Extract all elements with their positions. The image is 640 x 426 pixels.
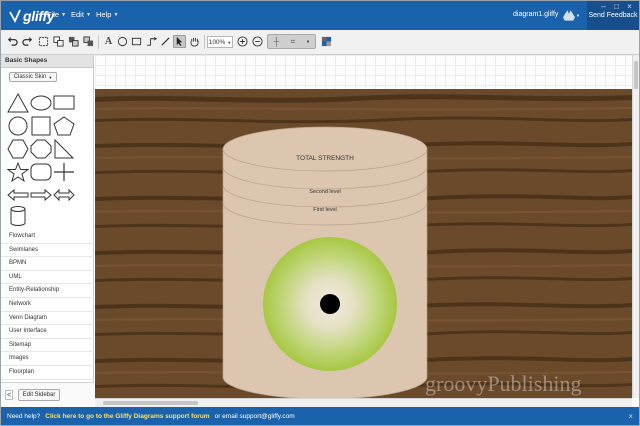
menu-file[interactable]: File ▼ xyxy=(47,10,66,19)
toolbar-separator xyxy=(204,35,205,49)
skin-select[interactable]: Classic Skin ▼ xyxy=(9,72,57,82)
collapse-sidebar-button[interactable]: < xyxy=(5,390,13,400)
sidebar-item-swimlanes[interactable]: Swimlanes xyxy=(1,244,94,258)
support-email-text[interactable]: or email support@gliffy.com xyxy=(215,413,295,420)
skin-label: Classic Skin xyxy=(13,74,47,80)
sidebar-item-entity-relationship[interactable]: Entity-Relationship xyxy=(1,284,94,298)
close-icon[interactable]: × xyxy=(628,412,633,421)
rectangle-shape-icon[interactable] xyxy=(53,93,75,113)
support-forum-link[interactable]: Click here to go to the Gliffy Diagrams … xyxy=(45,413,209,420)
cross-shape-icon[interactable] xyxy=(53,162,75,182)
edit-sidebar-button[interactable]: Edit Sidebar xyxy=(18,389,60,401)
snap-icon[interactable]: ┼ xyxy=(274,37,280,46)
help-prompt: Need help? xyxy=(7,413,41,420)
sidebar-item-floorplan[interactable]: Floorplan xyxy=(1,366,94,380)
shape-palette xyxy=(5,88,91,226)
sidebar-footer: < Edit Sidebar xyxy=(1,382,94,407)
sidebar-item-user-interface[interactable]: User Interface xyxy=(1,325,94,339)
snap-grid-group: ┼ ⌗ ▪ xyxy=(267,34,316,49)
rounded-rectangle-shape-icon[interactable] xyxy=(30,162,52,182)
zoom-select[interactable]: 100% ▼ xyxy=(207,36,233,48)
rectangle-tool-icon[interactable] xyxy=(130,35,143,48)
diagram-canvas[interactable]: TOTAL STRENGTH Second level First level … xyxy=(95,55,632,398)
horizontal-scroll-thumb[interactable] xyxy=(103,401,198,405)
drive-triangle-icon xyxy=(563,9,575,21)
chevron-down-icon: ▼ xyxy=(113,11,119,18)
help-bar: Need help? Click here to go to the Gliff… xyxy=(1,407,639,425)
triangle-shape-icon[interactable] xyxy=(7,92,29,113)
redo-icon[interactable] xyxy=(21,35,34,48)
chevron-down-icon: ▼ xyxy=(576,12,580,18)
zoom-in-icon[interactable] xyxy=(236,35,249,48)
theme-icon[interactable] xyxy=(320,35,333,48)
toolbar: A 100% ▼ ┼ ⌗ ▪ xyxy=(1,30,639,55)
sidebar: Basic Shapes Classic Skin ▼ Flowchart Swi… xyxy=(1,55,94,407)
left-arrow-shape-icon[interactable] xyxy=(7,185,29,205)
sidebar-item-network[interactable]: Network xyxy=(1,298,94,312)
group-icon[interactable] xyxy=(67,35,80,48)
grid-icon[interactable]: ⌗ xyxy=(291,37,296,47)
pentagon-shape-icon[interactable] xyxy=(53,116,75,136)
sidebar-item-uml[interactable]: UML xyxy=(1,271,94,285)
chevron-down-icon: ▼ xyxy=(61,11,67,18)
diagram-title[interactable]: TOTAL STRENGTH xyxy=(223,155,427,162)
copy-icon[interactable] xyxy=(52,35,65,48)
toolbar-separator xyxy=(98,35,99,49)
app-window: gliffy File ▼ Edit ▼ Help ▼ diagram1.gliffy… xyxy=(0,0,640,426)
menu-edit-label: Edit xyxy=(71,10,84,19)
octagon-shape-icon[interactable] xyxy=(30,139,52,159)
ungroup-icon[interactable] xyxy=(82,35,95,48)
cylinder-shape-icon[interactable] xyxy=(7,206,29,226)
chevron-down-icon: ▼ xyxy=(48,74,53,80)
ellipse-shape-icon[interactable] xyxy=(30,93,52,113)
sidebar-item-images[interactable]: Images xyxy=(1,352,94,366)
circle-shape-icon[interactable] xyxy=(7,116,29,136)
square-shape-icon[interactable] xyxy=(30,116,52,136)
sidebar-header[interactable]: Basic Shapes xyxy=(1,55,93,68)
right-triangle-shape-icon[interactable] xyxy=(53,138,75,159)
google-drive-icon[interactable]: ▼ xyxy=(563,8,581,22)
select-all-icon[interactable] xyxy=(37,35,50,48)
vertical-scroll-thumb[interactable] xyxy=(634,61,638,89)
target-center[interactable] xyxy=(320,294,340,314)
hexagon-shape-icon[interactable] xyxy=(7,139,29,159)
hand-tool-icon[interactable] xyxy=(188,35,201,48)
second-level-label[interactable]: Second level xyxy=(223,189,427,195)
menu-help[interactable]: Help ▼ xyxy=(96,10,118,19)
close-icon[interactable]: × xyxy=(624,3,635,12)
pointer-tool-icon[interactable] xyxy=(173,35,186,48)
ellipse-tool-icon[interactable] xyxy=(116,35,129,48)
sidebar-item-venn-diagram[interactable]: Venn Diagram xyxy=(1,312,94,326)
gliffy-logo-icon xyxy=(9,9,21,23)
horizontal-scrollbar[interactable] xyxy=(95,398,632,407)
strength-cylinder[interactable] xyxy=(222,126,428,398)
text-tool-icon[interactable]: A xyxy=(102,35,115,48)
menu-file-label: File xyxy=(47,10,60,19)
watermark-text: groovyPublishing xyxy=(425,371,582,396)
chevron-down-icon: ▼ xyxy=(85,11,91,18)
menu-help-label: Help xyxy=(96,10,112,19)
sidebar-item-flowchart[interactable]: Flowchart xyxy=(1,230,94,244)
document-name[interactable]: diagram1.gliffy xyxy=(513,11,558,18)
wood-background-image[interactable] xyxy=(95,89,632,398)
connector-tool-icon[interactable] xyxy=(145,35,158,48)
vertical-scrollbar[interactable] xyxy=(632,55,639,398)
zoom-out-icon[interactable] xyxy=(251,35,264,48)
zoom-value: 100% xyxy=(208,38,226,46)
sidebar-item-sitemap[interactable]: Sitemap xyxy=(1,339,94,353)
star-shape-icon[interactable] xyxy=(6,161,30,183)
chevron-down-icon: ▼ xyxy=(227,39,232,45)
first-level-label[interactable]: First level xyxy=(223,207,427,213)
right-arrow-shape-icon[interactable] xyxy=(30,185,52,205)
undo-icon[interactable] xyxy=(6,35,19,48)
layers-icon[interactable]: ▪ xyxy=(306,37,309,46)
menu-edit[interactable]: Edit ▼ xyxy=(71,10,91,19)
title-bar: gliffy File ▼ Edit ▼ Help ▼ diagram1.gliffy… xyxy=(1,1,639,30)
shape-library-list: Flowchart Swimlanes BPMN UML Entity-Rela… xyxy=(1,230,94,380)
maximize-icon[interactable]: □ xyxy=(611,3,622,12)
minimize-icon[interactable]: – xyxy=(598,3,609,12)
sidebar-item-bpmn[interactable]: BPMN xyxy=(1,257,94,271)
double-arrow-shape-icon[interactable] xyxy=(53,185,75,205)
line-tool-icon[interactable] xyxy=(159,35,172,48)
